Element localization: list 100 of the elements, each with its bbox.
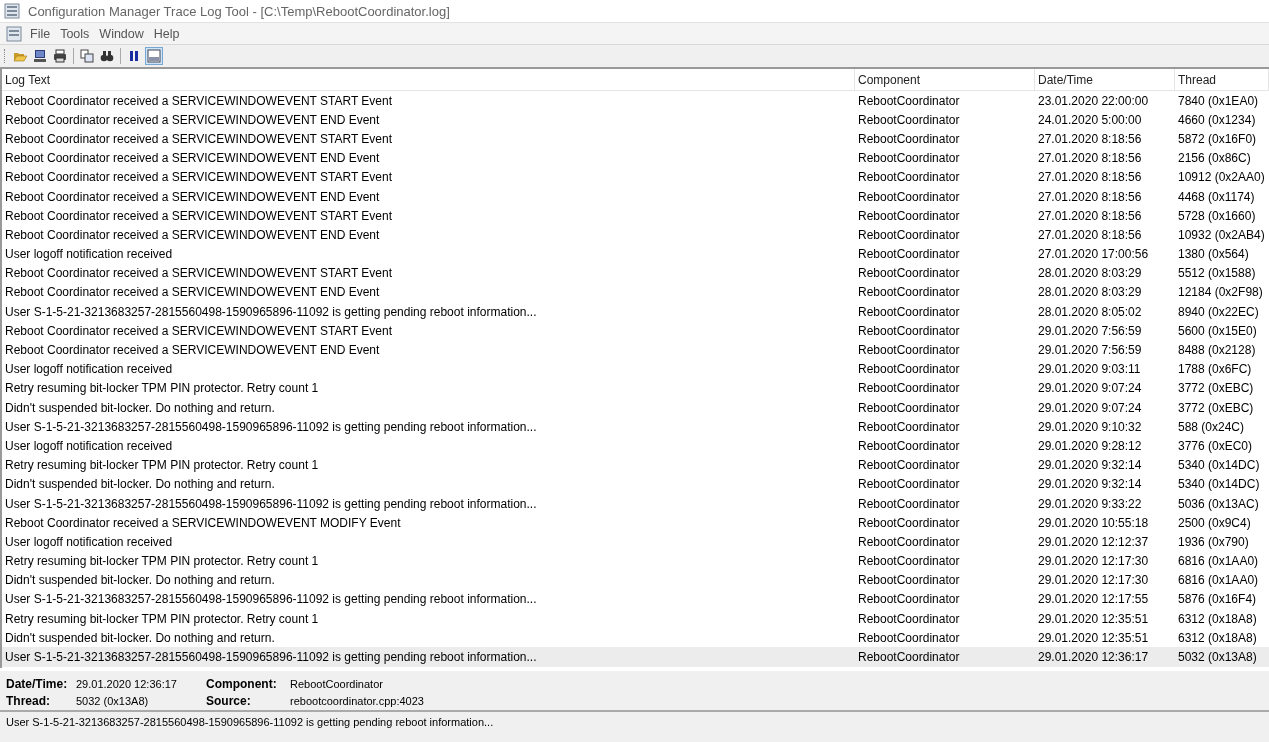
log-row[interactable]: User S-1-5-21-3213683257-2815560498-1590965896-11092 is getting pending reboot information... RebootCoordinator 28.01.2020 8:05:02 8940 (0x22EC) xyxy=(2,302,1269,322)
table-cell-text: User logoff notification received xyxy=(4,438,174,453)
log-row[interactable]: Reboot Coordinator received a SERVICEWINDOWEVENT START Event RebootCoordinator 27.01.2020 8:18:56 5728 (0x1660) xyxy=(2,206,1269,226)
table-cell-text: 29.01.2020 12:17:30 xyxy=(1037,573,1150,588)
log-row[interactable]: Reboot Coordinator received a SERVICEWINDOWEVENT END Event RebootCoordinator 27.01.2020 8:18:56 10932 (0x2AB4) xyxy=(2,225,1269,245)
table-cell-text: RebootCoordinator xyxy=(857,304,961,319)
table-cell-text: User S-1-5-21-3213683257-2815560498-1590965896-11092 is getting pending reboot information... xyxy=(4,650,538,665)
table-cell-text: 5340 (0x14DC) xyxy=(1177,477,1261,492)
table-cell-text: RebootCoordinator xyxy=(857,534,961,549)
log-row[interactable]: Reboot Coordinator received a SERVICEWINDOWEVENT END Event RebootCoordinator 27.01.2020 8:18:56 4468 (0x1174) xyxy=(2,186,1269,207)
table-cell-text: 29.01.2020 9:28:12 xyxy=(1037,438,1143,453)
log-row[interactable]: Reboot Coordinator received a SERVICEWINDOWEVENT START Event RebootCoordinator 23.01.2020 22:00:00 7840 (0x1EA0) xyxy=(2,91,1269,111)
copy-button[interactable] xyxy=(78,47,96,65)
log-row[interactable]: User S-1-5-21-3213683257-2815560498-1590965896-11092 is getting pending reboot information... RebootCoordinator 29.01.2020 12:17:55 5876 (0x16F4) xyxy=(2,589,1269,610)
log-row[interactable]: User logoff notification received RebootCoordinator 27.01.2020 17:00:56 1380 (0x564) xyxy=(2,244,1269,264)
table-cell-text: Didn't suspended bit-locker. Do nothing and return. xyxy=(4,400,276,415)
log-row[interactable]: Reboot Coordinator received a SERVICEWINDOWEVENT END Event RebootCoordinator 24.01.2020 5:00:00 4660 (0x1234) xyxy=(2,110,1269,130)
table-cell-text: RebootCoordinator xyxy=(857,170,961,185)
table-cell-text: 29.01.2020 12:35:51 xyxy=(1037,630,1150,645)
table-cell-text: 29.01.2020 10:55:18 xyxy=(1037,515,1150,530)
computer-button[interactable] xyxy=(31,47,49,65)
table-cell-text: RebootCoordinator xyxy=(857,208,961,223)
table-cell-text: 1936 (0x790) xyxy=(1177,534,1250,549)
log-row[interactable]: Didn't suspended bit-locker. Do nothing and return. RebootCoordinator 29.01.2020 12:17:30 6816 (0x1AA0) xyxy=(2,570,1269,590)
log-row[interactable]: User logoff notification received RebootCoordinator 29.01.2020 9:28:12 3776 (0xEC0) xyxy=(2,436,1269,456)
table-cell-text: User logoff notification received xyxy=(4,247,174,262)
log-row[interactable]: Retry resuming bit-locker TPM PIN protector. Retry count 1 RebootCoordinator 29.01.2020 12:17:30 6816 (0x1AA0) xyxy=(2,551,1269,571)
table-cell-text: Reboot Coordinator received a SERVICEWINDOWEVENT START Event xyxy=(4,266,394,281)
table-cell-text: 27.01.2020 8:18:56 xyxy=(1037,151,1143,166)
column-header[interactable]: Component xyxy=(855,69,1035,90)
table-cell-text: 1380 (0x564) xyxy=(1177,247,1250,262)
table-cell-text: 5872 (0x16F0) xyxy=(1177,131,1258,146)
column-header[interactable]: Thread xyxy=(1175,69,1269,90)
table-cell-text: 29.01.2020 12:17:55 xyxy=(1037,592,1150,607)
detail-label: Source: xyxy=(206,694,252,708)
menu-item[interactable]: Window xyxy=(95,26,148,41)
table-cell-text: Reboot Coordinator received a SERVICEWINDOWEVENT START Event xyxy=(4,208,394,223)
log-row[interactable]: User S-1-5-21-3213683257-2815560498-1590965896-11092 is getting pending reboot information... RebootCoordinator 29.01.2020 9:10:32 588 (0x24C) xyxy=(2,417,1269,437)
menu-item[interactable]: Help xyxy=(149,26,184,41)
log-row[interactable]: User logoff notification received RebootCoordinator 29.01.2020 9:03:11 1788 (0x6FC) xyxy=(2,359,1269,379)
table-cell-text: 6816 (0x1AA0) xyxy=(1177,554,1260,569)
table-cell-text: Reboot Coordinator received a SERVICEWINDOWEVENT END Event xyxy=(4,189,381,204)
table-cell-text: RebootCoordinator xyxy=(857,400,961,415)
table-cell-text: 28.01.2020 8:03:29 xyxy=(1037,285,1143,300)
log-row[interactable]: Reboot Coordinator received a SERVICEWINDOWEVENT START Event RebootCoordinator 27.01.2020 8:18:56 5872 (0x16F0) xyxy=(2,129,1269,149)
table-cell-text: Reboot Coordinator received a SERVICEWINDOWEVENT MODIFY Event xyxy=(4,515,402,530)
table-cell-text: 27.01.2020 8:18:56 xyxy=(1037,170,1143,185)
table-cell-text: 6312 (0x18A8) xyxy=(1177,630,1258,645)
log-row[interactable]: Reboot Coordinator received a SERVICEWINDOWEVENT START Event RebootCoordinator 28.01.2020 8:03:29 5512 (0x1588) xyxy=(2,263,1269,283)
log-row[interactable]: Retry resuming bit-locker TPM PIN protector. Retry count 1 RebootCoordinator 29.01.2020 9:32:14 5340 (0x14DC) xyxy=(2,455,1269,475)
table-cell-text: 27.01.2020 8:18:56 xyxy=(1037,227,1143,242)
log-row[interactable]: Reboot Coordinator received a SERVICEWINDOWEVENT END Event RebootCoordinator 29.01.2020 7:56:59 8488 (0x2128) xyxy=(2,340,1269,360)
message-text-box: User S-1-5-21-3213683257-2815560498-1590965896-11092 is getting pending reboot information... xyxy=(0,710,1269,742)
log-row[interactable]: Retry resuming bit-locker TPM PIN protector. Retry count 1 RebootCoordinator 29.01.2020 12:35:51 6312 (0x18A8) xyxy=(2,609,1269,629)
table-cell-text: RebootCoordinator xyxy=(857,573,961,588)
table-cell-text: 29.01.2020 9:07:24 xyxy=(1037,381,1143,396)
table-cell-text: 29.01.2020 9:07:24 xyxy=(1037,400,1143,415)
detail-label: Thread: xyxy=(6,694,51,708)
menu-item[interactable]: Tools xyxy=(56,26,94,41)
table-cell-text: 5036 (0x13AC) xyxy=(1177,496,1260,511)
table-cell-text: 12184 (0x2F98) xyxy=(1177,285,1264,300)
table-cell-text: Retry resuming bit-locker TPM PIN protector. Retry count 1 xyxy=(4,554,320,569)
print-button[interactable] xyxy=(51,47,69,65)
log-row[interactable]: Reboot Coordinator received a SERVICEWINDOWEVENT MODIFY Event RebootCoordinator 29.01.2020 10:55:18 2500 (0x9C4) xyxy=(2,513,1269,533)
log-row[interactable]: Retry resuming bit-locker TPM PIN protector. Retry count 1 RebootCoordinator 29.01.2020 9:07:24 3772 (0xEBC) xyxy=(2,378,1269,398)
menu-item[interactable]: File xyxy=(26,26,55,41)
table-cell-text: RebootCoordinator xyxy=(857,419,961,434)
log-row[interactable]: User S-1-5-21-3213683257-2815560498-1590965896-11092 is getting pending reboot information... RebootCoordinator 29.01.2020 9:33:22 5036 (0x13AC) xyxy=(2,493,1269,514)
table-cell-text: Reboot Coordinator received a SERVICEWINDOWEVENT START Event xyxy=(4,131,394,146)
column-header[interactable]: Log Text xyxy=(2,69,855,90)
log-row[interactable]: Reboot Coordinator received a SERVICEWINDOWEVENT END Event RebootCoordinator 28.01.2020 8:03:29 12184 (0x2F98) xyxy=(2,282,1269,303)
table-cell-text: Reboot Coordinator received a SERVICEWINDOWEVENT END Event xyxy=(4,227,381,242)
table-cell-text: RebootCoordinator xyxy=(857,266,961,281)
table-cell-text: 28.01.2020 8:05:02 xyxy=(1037,304,1143,319)
table-cell-text: 29.01.2020 9:10:32 xyxy=(1037,419,1143,434)
log-row[interactable]: Didn't suspended bit-locker. Do nothing and return. RebootCoordinator 29.01.2020 9:32:14 5340 (0x14DC) xyxy=(2,474,1269,494)
log-row[interactable]: Didn't suspended bit-locker. Do nothing and return. RebootCoordinator 29.01.2020 12:35:51 6312 (0x18A8) xyxy=(2,628,1269,648)
app-icon xyxy=(4,3,20,19)
column-header[interactable]: Date/Time xyxy=(1035,69,1175,90)
log-row[interactable]: User logoff notification received RebootCoordinator 29.01.2020 12:12:37 1936 (0x790) xyxy=(2,532,1269,552)
log-row[interactable]: Reboot Coordinator received a SERVICEWINDOWEVENT START Event RebootCoordinator 27.01.2020 8:18:56 10912 (0x2AA0) xyxy=(2,167,1269,187)
table-cell-text: Didn't suspended bit-locker. Do nothing and return. xyxy=(4,573,276,588)
table-cell-text: Retry resuming bit-locker TPM PIN protector. Retry count 1 xyxy=(4,381,320,396)
log-row[interactable]: Reboot Coordinator received a SERVICEWINDOWEVENT START Event RebootCoordinator 29.01.2020 7:56:59 5600 (0x15E0) xyxy=(2,321,1269,341)
log-row[interactable]: Didn't suspended bit-locker. Do nothing and return. RebootCoordinator 29.01.2020 9:07:24 3772 (0xEBC) xyxy=(2,398,1269,418)
table-cell-text: RebootCoordinator xyxy=(857,285,961,300)
table-cell-text: User S-1-5-21-3213683257-2815560498-1590965896-11092 is getting pending reboot information... xyxy=(4,419,538,434)
log-row[interactable]: User S-1-5-21-3213683257-2815560498-1590965896-11092 is getting pending reboot information... RebootCoordinator 29.01.2020 12:36:17 5032 (0x13A8) xyxy=(2,647,1269,667)
table-cell-text: RebootCoordinator xyxy=(857,227,961,242)
table-cell-text: Reboot Coordinator received a SERVICEWINDOWEVENT END Event xyxy=(4,285,381,300)
table-cell-text: RebootCoordinator xyxy=(857,554,961,569)
log-row[interactable]: Reboot Coordinator received a SERVICEWINDOWEVENT END Event RebootCoordinator 27.01.2020 8:18:56 2156 (0x86C) xyxy=(2,148,1269,168)
detail-value: 29.01.2020 12:36:17 xyxy=(76,678,177,690)
detail-value: rebootcoordinator.cpp:4023 xyxy=(290,695,424,707)
table-cell-text: 4660 (0x1234) xyxy=(1177,112,1257,127)
table-cell-text: 29.01.2020 9:03:11 xyxy=(1037,362,1142,377)
table-cell-text: 5032 (0x13A8) xyxy=(1177,650,1258,665)
table-cell-text: 29.01.2020 12:17:30 xyxy=(1037,554,1150,569)
detail-value: RebootCoordinator xyxy=(290,678,383,690)
table-cell-text: 5512 (0x1588) xyxy=(1177,266,1257,281)
